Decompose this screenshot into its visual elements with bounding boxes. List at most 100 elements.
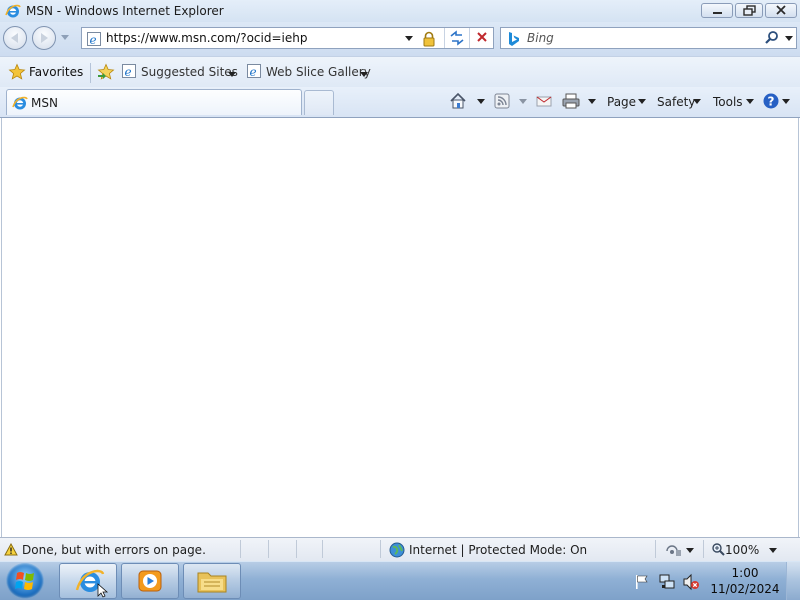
print-button[interactable] xyxy=(561,91,601,113)
restore-button[interactable] xyxy=(735,3,763,18)
add-to-favorites-bar-button[interactable] xyxy=(96,63,116,81)
media-player-icon xyxy=(138,570,162,592)
clock-time: 1:00 xyxy=(731,566,759,580)
page-menu-label: Page xyxy=(607,95,637,109)
separator xyxy=(268,540,269,558)
refresh-button[interactable] xyxy=(444,28,469,48)
new-tab-button[interactable] xyxy=(304,90,334,115)
forward-button[interactable] xyxy=(32,26,56,50)
security-zone-text[interactable]: Internet | Protected Mode: On xyxy=(409,543,587,557)
windows-logo-icon xyxy=(15,572,34,590)
separator xyxy=(90,63,91,83)
chevron-down-icon[interactable] xyxy=(638,99,646,104)
stop-icon xyxy=(477,32,487,42)
stop-button[interactable] xyxy=(469,28,494,48)
favorites-button[interactable]: Favorites xyxy=(8,63,83,81)
refresh-icon xyxy=(450,30,464,46)
taskbar-internet-explorer[interactable] xyxy=(59,563,117,599)
warning-icon[interactable] xyxy=(4,543,18,556)
chevron-down-icon[interactable] xyxy=(693,99,701,104)
separator xyxy=(380,540,381,558)
page-content-area[interactable] xyxy=(1,118,799,537)
back-arrow-icon xyxy=(11,33,18,43)
search-bar[interactable]: Bing xyxy=(500,27,797,49)
globe-icon xyxy=(389,542,405,558)
ie-page-icon: e xyxy=(122,64,136,79)
status-text: Done, but with errors on page. xyxy=(22,543,206,557)
address-dropdown-arrow[interactable] xyxy=(405,36,413,41)
status-bar: Done, but with errors on page. Internet … xyxy=(0,537,800,561)
restore-icon xyxy=(743,5,756,16)
address-bar[interactable]: e https://www.msn.com/?ocid=iehp xyxy=(81,27,494,49)
system-clock[interactable]: 1:00 11/02/2024 xyxy=(705,565,785,597)
safety-menu[interactable]: Safety xyxy=(657,91,705,113)
zoom-icon[interactable] xyxy=(711,542,725,558)
taskbar: 1:00 11/02/2024 xyxy=(0,561,800,600)
read-mail-button[interactable] xyxy=(535,91,555,113)
search-icon xyxy=(765,31,778,44)
show-desktop-button[interactable] xyxy=(786,562,800,600)
action-center-flag-icon[interactable] xyxy=(634,574,650,590)
svg-text:e: e xyxy=(125,65,132,79)
chevron-down-icon[interactable] xyxy=(360,72,368,77)
web-slice-gallery-link[interactable]: e Web Slice Gallery xyxy=(246,63,371,81)
back-button[interactable] xyxy=(3,26,27,50)
folder-icon xyxy=(197,572,227,593)
separator xyxy=(322,540,323,558)
close-button[interactable] xyxy=(765,3,797,18)
chevron-down-icon[interactable] xyxy=(746,99,754,104)
ie-page-icon xyxy=(12,96,28,110)
ie-icon xyxy=(5,4,21,18)
safety-menu-label: Safety xyxy=(657,95,696,109)
chevron-down-icon[interactable] xyxy=(769,548,777,553)
close-icon xyxy=(776,5,786,15)
tools-menu-label: Tools xyxy=(713,95,743,109)
separator xyxy=(296,540,297,558)
separator xyxy=(655,540,656,558)
network-icon[interactable] xyxy=(658,573,676,591)
separator xyxy=(703,540,704,558)
chevron-down-icon[interactable] xyxy=(228,72,236,77)
command-bar: MSN Page Safety Tools ? xyxy=(0,87,800,118)
suggested-sites-label: Suggested Sites xyxy=(141,65,238,79)
chevron-down-icon[interactable] xyxy=(519,99,527,104)
navigation-bar: e https://www.msn.com/?ocid=iehp Bing xyxy=(0,22,800,56)
add-favorite-star-icon xyxy=(97,63,115,80)
zoom-level[interactable]: 100% xyxy=(725,543,759,557)
forward-arrow-icon xyxy=(41,33,48,43)
window-title: MSN - Windows Internet Explorer xyxy=(26,4,224,18)
help-icon: ? xyxy=(763,93,779,109)
svg-text:e: e xyxy=(90,33,97,47)
tab-msn[interactable]: MSN xyxy=(6,89,302,115)
minimize-button[interactable] xyxy=(701,3,733,18)
taskbar-windows-explorer[interactable] xyxy=(183,563,241,599)
lock-icon[interactable] xyxy=(421,31,437,47)
page-menu[interactable]: Page xyxy=(607,91,653,113)
ie-page-icon: e xyxy=(87,32,101,47)
chevron-down-icon[interactable] xyxy=(686,548,694,553)
chevron-down-icon[interactable] xyxy=(782,99,790,104)
mail-icon xyxy=(536,96,552,107)
volume-muted-icon[interactable] xyxy=(682,573,700,591)
search-input[interactable]: Bing xyxy=(527,31,554,45)
recent-pages-dropdown[interactable] xyxy=(61,35,69,40)
help-button[interactable]: ? xyxy=(762,91,792,113)
home-icon xyxy=(450,92,466,109)
title-bar[interactable]: MSN - Windows Internet Explorer xyxy=(0,0,800,22)
ie-page-icon: e xyxy=(247,64,261,79)
home-button[interactable] xyxy=(448,91,488,113)
search-button[interactable] xyxy=(763,30,781,46)
svg-text:e: e xyxy=(250,65,257,79)
start-button[interactable] xyxy=(6,563,44,599)
chevron-down-icon[interactable] xyxy=(588,99,596,104)
address-input[interactable]: https://www.msn.com/?ocid=iehp xyxy=(106,31,307,45)
taskbar-media-player[interactable] xyxy=(121,563,179,599)
suggested-sites-link[interactable]: e Suggested Sites xyxy=(121,63,238,81)
favorites-star-icon xyxy=(8,63,26,80)
tools-menu[interactable]: Tools xyxy=(713,91,757,113)
protected-mode-icon[interactable] xyxy=(664,542,682,558)
tab-label: MSN xyxy=(31,96,58,110)
feeds-button[interactable] xyxy=(492,91,532,113)
chevron-down-icon[interactable] xyxy=(477,99,485,104)
search-options-dropdown[interactable] xyxy=(785,36,793,41)
